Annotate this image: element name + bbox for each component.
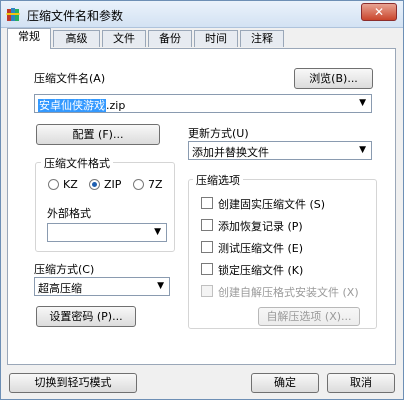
test-archive-checkbox[interactable] xyxy=(201,241,213,253)
title-bar: 压缩文件名和参数 ✕ xyxy=(1,1,403,28)
update-mode-label: 更新方式(U) xyxy=(188,127,249,140)
tab-advanced[interactable]: 高级 xyxy=(53,30,100,47)
window-title: 压缩文件名和参数 xyxy=(27,9,124,23)
chevron-down-icon: ▼ xyxy=(359,98,366,108)
options-group-title: 压缩选项 xyxy=(193,172,243,188)
format-label-kz: KZ xyxy=(63,178,78,191)
switch-mode-button[interactable]: 切换到轻巧模式 xyxy=(9,373,137,393)
set-password-button[interactable]: 设置密码 (P)... xyxy=(36,306,136,327)
winrar-books-icon xyxy=(6,8,20,21)
format-radio-kz[interactable] xyxy=(48,179,59,190)
chevron-down-icon: ▼ xyxy=(154,227,161,237)
browse-button[interactable]: 浏览(B)... xyxy=(294,68,373,89)
ok-button[interactable]: 确定 xyxy=(251,373,319,393)
archive-name-label: 压缩文件名(A) xyxy=(34,72,106,85)
profiles-button[interactable]: 配置 (F)... xyxy=(36,124,160,145)
external-format-select[interactable]: ▼ xyxy=(47,223,167,242)
format-group-title: 压缩文件格式 xyxy=(41,155,113,171)
archive-name-selected: 安卓仙侠游戏 xyxy=(38,99,106,112)
close-icon: ✕ xyxy=(373,5,385,19)
tab-time[interactable]: 时间 xyxy=(194,30,238,47)
update-mode-value: 添加并替换文件 xyxy=(192,146,269,159)
close-button[interactable]: ✕ xyxy=(361,3,397,21)
sfx-checkbox[interactable] xyxy=(201,285,213,297)
archive-dialog: 压缩文件名和参数 ✕ 常规 高级 文件 备份 时间 注释 压缩文件名(A) 浏览… xyxy=(0,0,404,400)
format-label-7z: 7Z xyxy=(148,178,163,191)
compression-method-value: 超高压缩 xyxy=(38,282,82,295)
format-radio-7z[interactable] xyxy=(133,179,144,190)
recovery-record-checkbox[interactable] xyxy=(201,219,213,231)
external-format-label: 外部格式 xyxy=(47,207,91,220)
tab-comment[interactable]: 注释 xyxy=(240,30,284,47)
format-label-zip: ZIP xyxy=(104,178,122,191)
sfx-options-button[interactable]: 自解压选项 (X)... xyxy=(258,307,360,326)
sfx-label: 创建自解压格式安装文件 (X) xyxy=(218,286,359,299)
lock-archive-checkbox[interactable] xyxy=(201,263,213,275)
compression-method-select[interactable]: 超高压缩 ▼ xyxy=(34,277,170,296)
recovery-record-label: 添加恢复记录 (P) xyxy=(218,220,303,233)
format-radio-zip[interactable] xyxy=(89,179,100,190)
test-archive-label: 测试压缩文件 (E) xyxy=(218,242,304,255)
tab-backup[interactable]: 备份 xyxy=(148,30,192,47)
archive-name-combo[interactable]: 安卓仙侠游戏.zip ▼ xyxy=(34,94,372,113)
chevron-down-icon: ▼ xyxy=(359,145,366,155)
update-mode-select[interactable]: 添加并替换文件 ▼ xyxy=(188,141,372,160)
lock-archive-label: 锁定压缩文件 (K) xyxy=(218,264,304,277)
compression-method-label: 压缩方式(C) xyxy=(34,263,95,276)
solid-archive-checkbox[interactable] xyxy=(201,197,213,209)
tab-files[interactable]: 文件 xyxy=(102,30,146,47)
solid-archive-label: 创建固实压缩文件 (S) xyxy=(218,198,326,211)
tab-general[interactable]: 常规 xyxy=(7,28,51,49)
chevron-down-icon: ▼ xyxy=(157,281,164,291)
cancel-button[interactable]: 取消 xyxy=(327,373,395,393)
general-panel: 压缩文件名(A) 浏览(B)... 安卓仙侠游戏.zip ▼ 配置 (F)...… xyxy=(7,48,396,365)
archive-name-extension: .zip xyxy=(106,99,126,112)
